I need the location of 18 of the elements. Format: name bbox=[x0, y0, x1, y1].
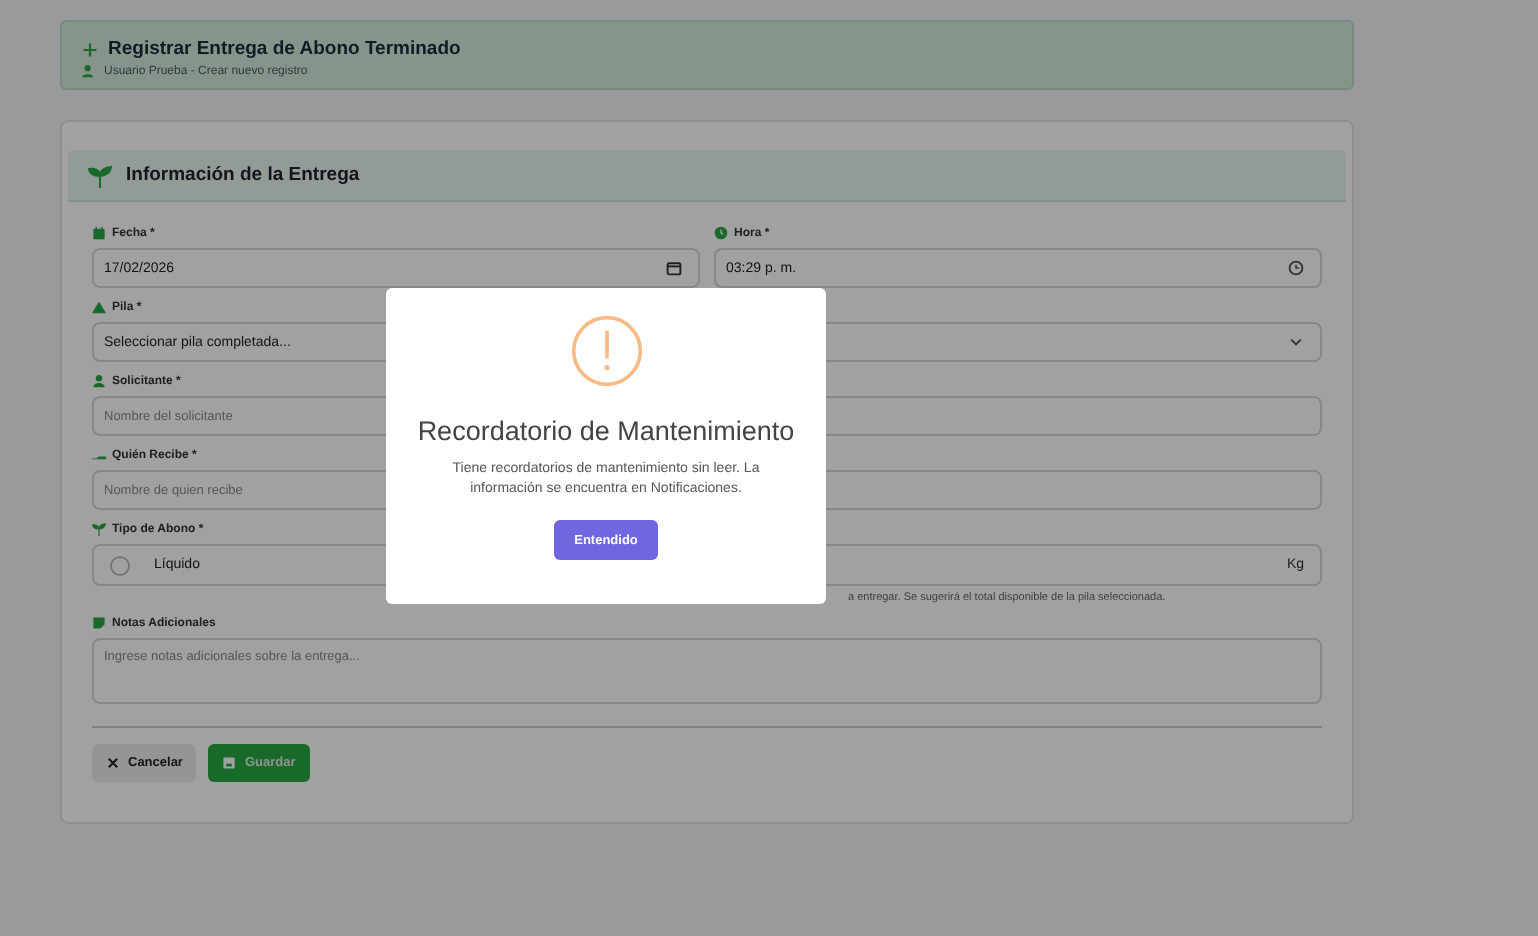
calendar-icon[interactable] bbox=[666, 260, 682, 276]
page-title: Registrar Entrega de Abono Terminado bbox=[108, 38, 461, 60]
calendar-icon bbox=[92, 226, 106, 240]
seedling-icon bbox=[88, 163, 112, 187]
mountain-icon bbox=[92, 300, 106, 314]
user-icon bbox=[92, 374, 106, 388]
dialog-title: Recordatorio de Mantenimiento bbox=[417, 416, 795, 446]
save-icon bbox=[222, 756, 237, 770]
seedling-icon bbox=[92, 522, 106, 536]
plus-icon bbox=[82, 41, 98, 57]
warning-icon bbox=[569, 314, 643, 388]
user-icon bbox=[82, 64, 96, 78]
note-icon bbox=[92, 616, 106, 630]
chevron-down-icon bbox=[1288, 334, 1304, 350]
close-icon bbox=[106, 756, 120, 770]
clock-icon bbox=[714, 226, 728, 240]
section-title: Información de la Entrega bbox=[126, 164, 360, 186]
clock-icon[interactable] bbox=[1288, 260, 1304, 276]
